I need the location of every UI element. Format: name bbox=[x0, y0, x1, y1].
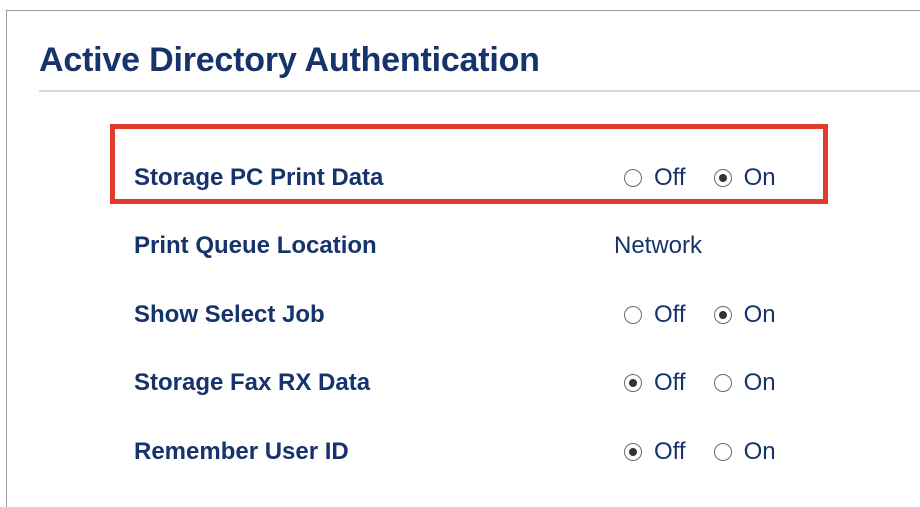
setting-row-remember-user-id: Remember User ID Off On bbox=[134, 432, 834, 472]
radio-label-off: Off bbox=[654, 164, 686, 191]
radio-button-off[interactable] bbox=[624, 443, 642, 461]
storage-pc-print-data-off-option[interactable]: Off bbox=[624, 164, 686, 192]
radio-button-on[interactable] bbox=[713, 169, 732, 187]
radio-button-on[interactable] bbox=[713, 374, 732, 392]
storage-fax-rx-data-on-option[interactable]: On bbox=[713, 369, 776, 397]
page-title: Active Directory Authentication bbox=[39, 41, 540, 79]
remember-user-id-off-option[interactable]: Off bbox=[624, 438, 686, 466]
radio-label-on: On bbox=[743, 164, 776, 191]
print-queue-location-value: Network bbox=[614, 232, 703, 259]
setting-label: Remember User ID bbox=[134, 438, 349, 465]
storage-pc-print-data-on-option[interactable]: On bbox=[713, 164, 776, 192]
setting-row-show-select-job: Show Select Job Off On bbox=[134, 295, 834, 335]
storage-fax-rx-data-off-option[interactable]: Off bbox=[624, 369, 686, 397]
radio-label-on: On bbox=[743, 369, 776, 396]
storage-pc-print-data-radio-group: Off On bbox=[624, 164, 776, 192]
radio-button-off[interactable] bbox=[624, 169, 642, 187]
setting-row-print-queue-location: Print Queue Location Network bbox=[134, 226, 834, 266]
show-select-job-off-option[interactable]: Off bbox=[624, 301, 686, 329]
setting-label: Show Select Job bbox=[134, 301, 325, 328]
remember-user-id-on-option[interactable]: On bbox=[713, 438, 776, 466]
show-select-job-radio-group: Off On bbox=[624, 301, 776, 329]
radio-label-on: On bbox=[743, 301, 776, 328]
remember-user-id-radio-group: Off On bbox=[624, 438, 776, 466]
radio-button-on[interactable] bbox=[713, 306, 732, 324]
show-select-job-on-option[interactable]: On bbox=[713, 301, 776, 329]
title-divider bbox=[39, 90, 920, 92]
radio-label-off: Off bbox=[654, 438, 686, 465]
setting-label: Print Queue Location bbox=[134, 232, 377, 259]
radio-button-on[interactable] bbox=[713, 443, 732, 461]
radio-label-on: On bbox=[743, 438, 776, 465]
radio-button-off[interactable] bbox=[624, 374, 642, 392]
storage-fax-rx-data-radio-group: Off On bbox=[624, 369, 776, 397]
setting-row-storage-pc-print-data: Storage PC Print Data Off On bbox=[134, 158, 834, 198]
setting-label: Storage Fax RX Data bbox=[134, 369, 371, 396]
radio-label-off: Off bbox=[654, 301, 686, 328]
radio-label-off: Off bbox=[654, 369, 686, 396]
setting-label: Storage PC Print Data bbox=[134, 164, 384, 191]
setting-row-storage-fax-rx-data: Storage Fax RX Data Off On bbox=[134, 363, 834, 403]
radio-button-off[interactable] bbox=[624, 306, 642, 324]
